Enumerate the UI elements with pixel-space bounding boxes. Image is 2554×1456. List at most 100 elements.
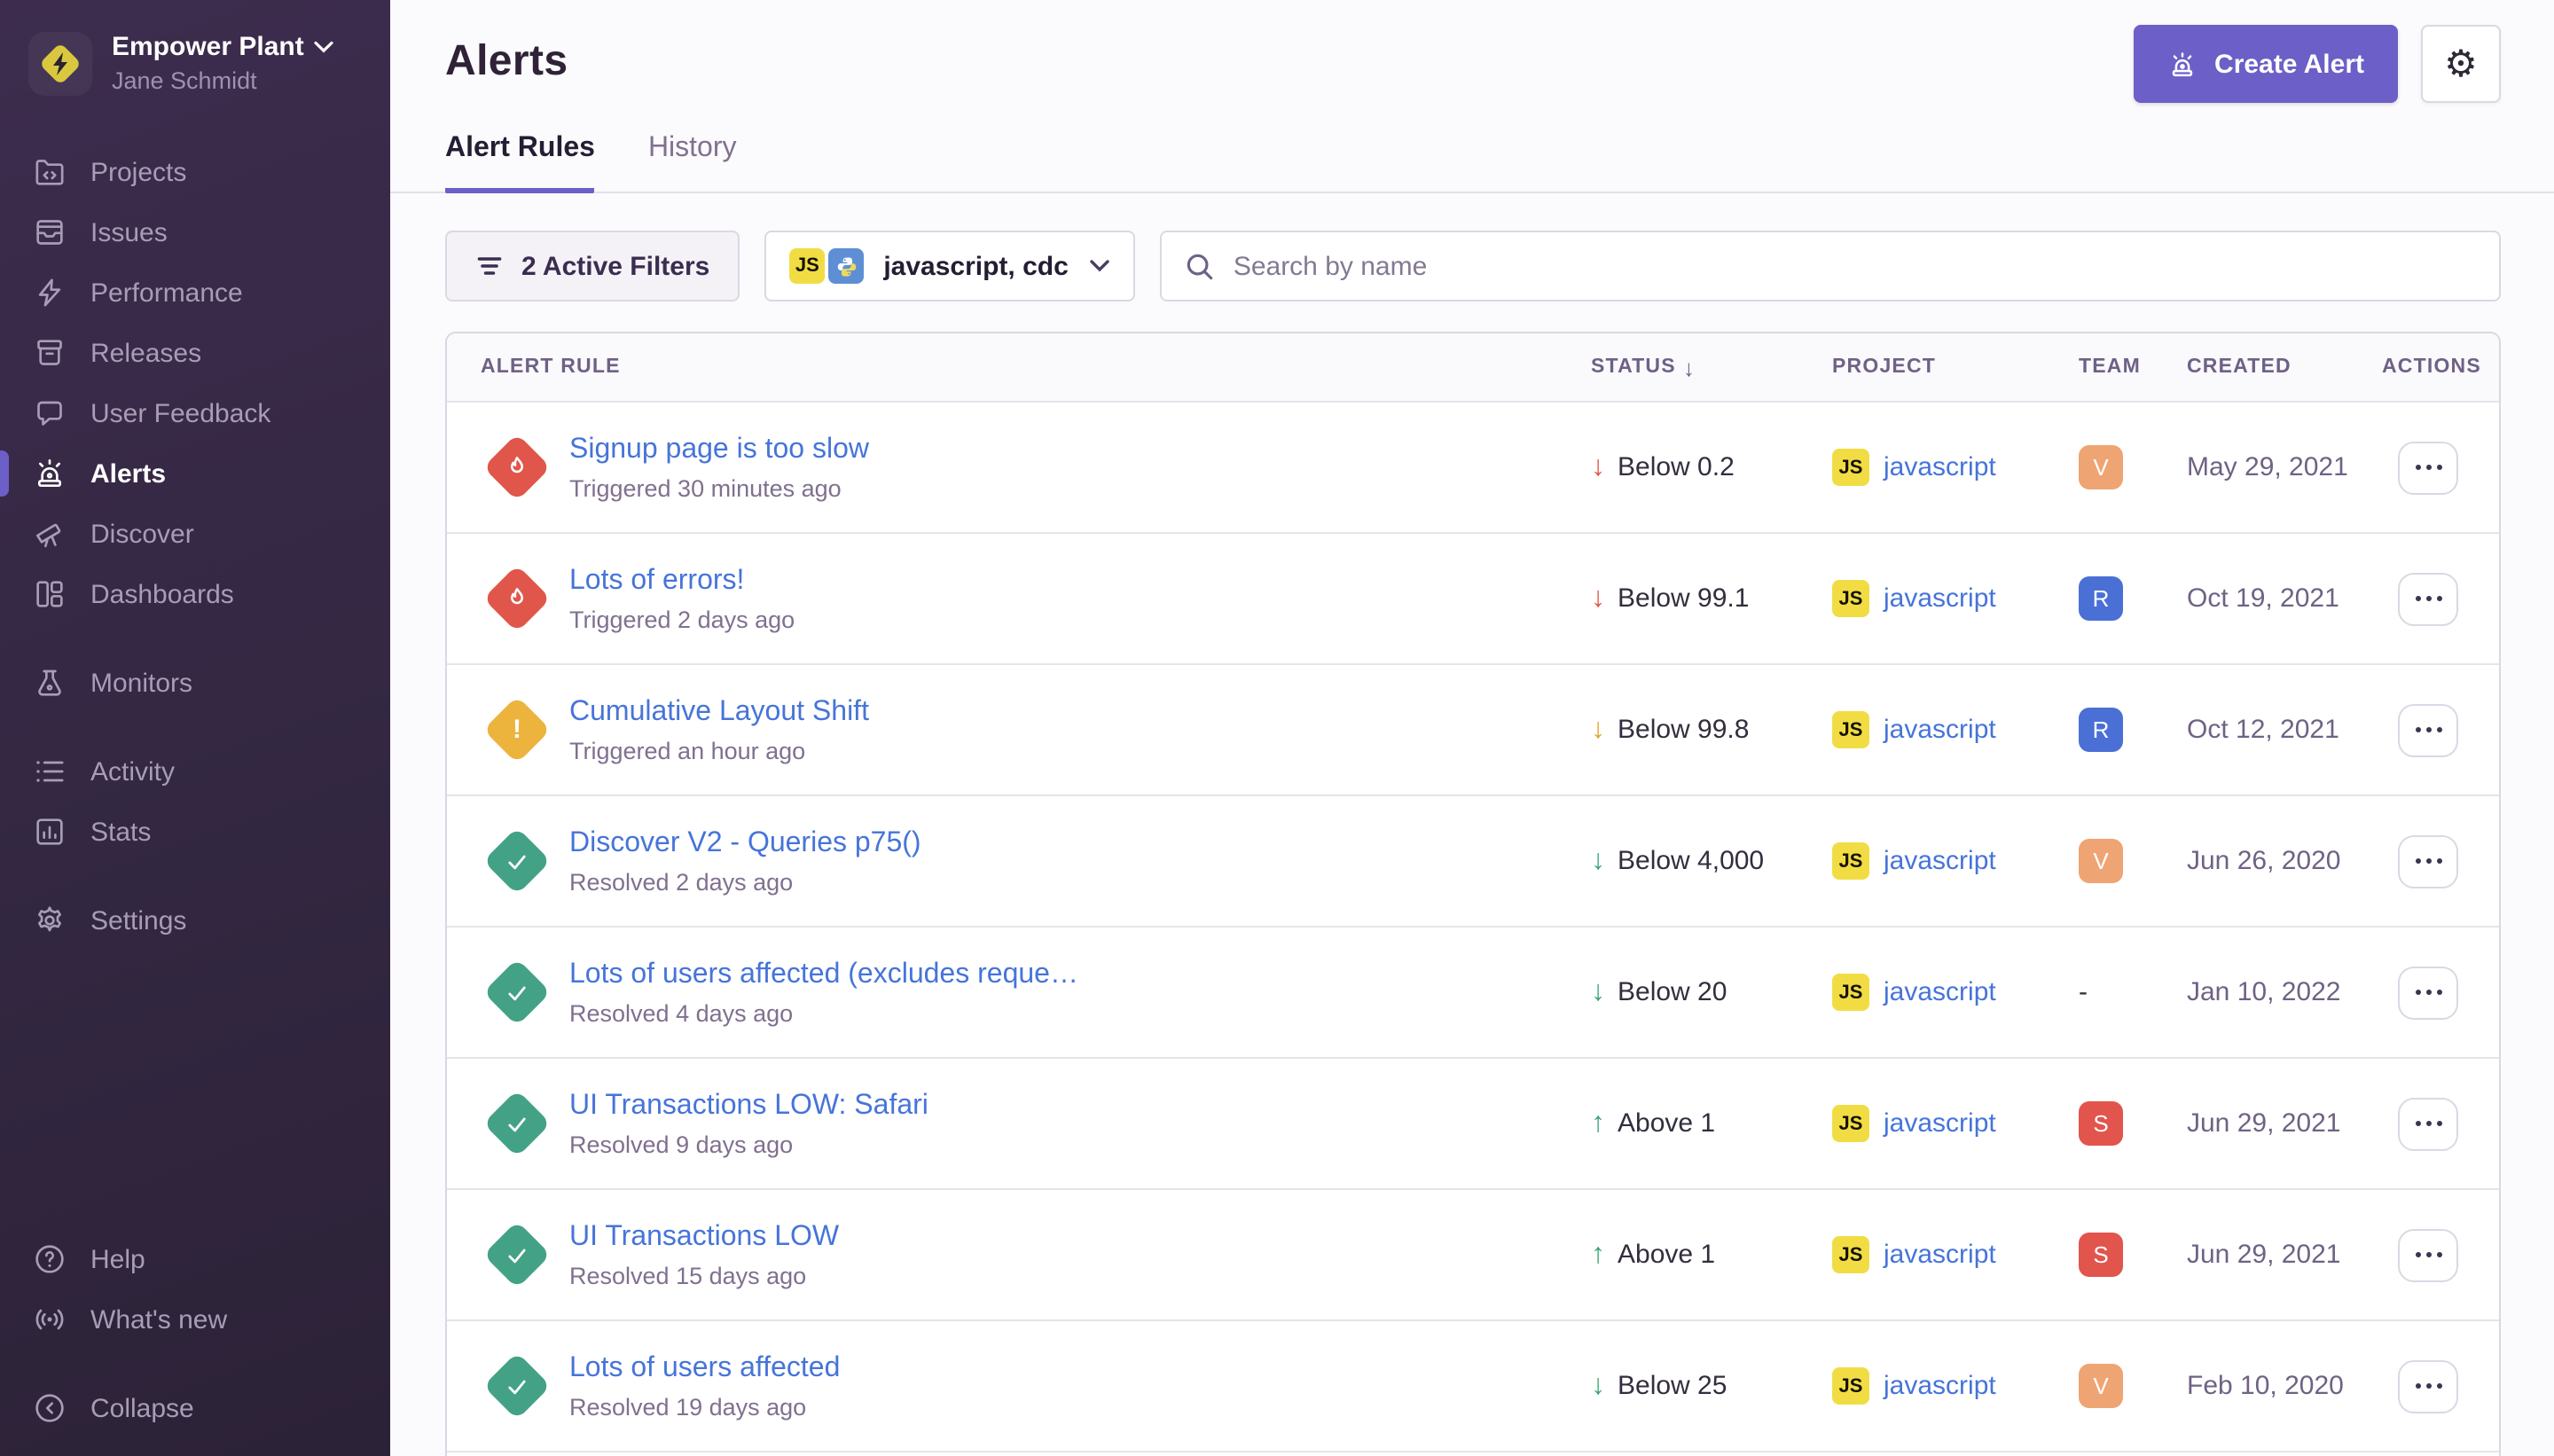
tab-history[interactable]: History	[648, 133, 737, 192]
project-link[interactable]: javascript	[1884, 715, 1996, 745]
project-link[interactable]: javascript	[1884, 977, 1996, 1007]
project-cell: JS javascript	[1832, 711, 2079, 748]
sidebar-item-label: User Feedback	[90, 398, 270, 428]
row-actions-button[interactable]	[2398, 834, 2458, 888]
settings-icon	[32, 903, 67, 938]
sidebar-item-dashboards[interactable]: Dashboards	[0, 564, 390, 624]
row-actions-button[interactable]	[2398, 1359, 2458, 1413]
status-cell: ↑ Above 1	[1591, 1108, 1832, 1139]
javascript-project-icon: JS	[789, 248, 825, 284]
trend-arrow-icon: ↓	[1591, 714, 1605, 746]
created-cell: Jun 26, 2020	[2187, 846, 2382, 876]
row-actions-button[interactable]	[2398, 1228, 2458, 1281]
project-cell: JS javascript	[1832, 580, 2079, 617]
team-avatar: S	[2079, 1101, 2123, 1146]
alert-rule-link[interactable]: Cumulative Layout Shift	[569, 696, 869, 728]
column-header-status[interactable]: Status ↓	[1591, 354, 1832, 380]
sidebar-item-what-s-new[interactable]: What's new	[0, 1289, 390, 1350]
project-link[interactable]: javascript	[1884, 583, 1996, 614]
settings-gear-button[interactable]: ⚙	[2421, 25, 2501, 103]
row-actions-button[interactable]	[2398, 441, 2458, 494]
row-actions-button[interactable]	[2398, 1097, 2458, 1150]
sidebar-item-label: Releases	[90, 338, 201, 368]
whats-new-icon	[32, 1302, 67, 1337]
main-content: Alerts Create Alert ⚙ Alert Rules Histor…	[390, 0, 2554, 1456]
search-icon	[1184, 250, 1218, 284]
status-cell: ↑ Above 1	[1591, 1239, 1832, 1271]
sidebar-item-performance[interactable]: Performance	[0, 262, 390, 323]
alert-rule-link[interactable]: Lots of users affected (excludes reque…	[569, 959, 1078, 990]
project-link[interactable]: javascript	[1884, 452, 1996, 482]
alert-rule-detail: Resolved 9 days ago	[569, 1131, 928, 1157]
column-header-team: Team	[2079, 356, 2187, 378]
alert-status-icon	[481, 1350, 552, 1421]
search-input[interactable]	[1163, 232, 2499, 300]
team-avatar: V	[2079, 839, 2123, 883]
sidebar-item-issues[interactable]: Issues	[0, 202, 390, 262]
sidebar-item-user-feedback[interactable]: User Feedback	[0, 383, 390, 443]
row-actions-button[interactable]	[2398, 572, 2458, 625]
alert-rule-link[interactable]: Discover V2 - Queries p75()	[569, 827, 921, 859]
project-cell: JS javascript	[1832, 842, 2079, 880]
sidebar-item-projects[interactable]: Projects	[0, 142, 390, 202]
project-link[interactable]: javascript	[1884, 846, 1996, 876]
user-feedback-icon	[32, 395, 67, 431]
sidebar-item-alerts[interactable]: Alerts	[0, 443, 390, 504]
project-link[interactable]: javascript	[1884, 1240, 1996, 1270]
org-name: Empower Plant	[112, 32, 304, 63]
sidebar-footer: Help What's new Collapse	[0, 1229, 390, 1438]
alert-rule-link[interactable]: Signup page is too slow	[569, 434, 869, 466]
alert-rule-link[interactable]: UI Transactions LOW	[569, 1221, 839, 1253]
alert-rule-link[interactable]: Lots of users affected	[569, 1352, 840, 1384]
sidebar-item-settings[interactable]: Settings	[0, 890, 390, 951]
sidebar-item-discover[interactable]: Discover	[0, 504, 390, 564]
create-alert-button[interactable]: Create Alert	[2133, 25, 2398, 103]
sidebar-item-collapse[interactable]: Collapse	[0, 1378, 390, 1438]
trend-arrow-icon: ↑	[1591, 1239, 1605, 1271]
javascript-project-icon: JS	[1832, 580, 1869, 617]
alert-rule-link[interactable]: UI Transactions LOW: Safari	[569, 1090, 928, 1122]
column-header-project: Project	[1832, 356, 2079, 378]
alert-rule-link[interactable]: Lots of errors!	[569, 565, 795, 597]
created-cell: Feb 10, 2020	[2187, 1371, 2382, 1401]
sidebar-nav: Projects Issues Performance Releases Use…	[0, 142, 390, 951]
status-cell: ↓ Below 0.2	[1591, 451, 1832, 483]
gear-icon: ⚙	[2444, 42, 2478, 86]
sidebar-item-label: Stats	[90, 817, 151, 847]
org-switcher[interactable]: Empower Plant Jane Schmidt	[0, 0, 390, 103]
sidebar-item-monitors[interactable]: Monitors	[0, 653, 390, 713]
project-cell: JS javascript	[1832, 1236, 2079, 1273]
table-row: Signup page is too slow Triggered 30 min…	[447, 403, 2499, 534]
sidebar-item-releases[interactable]: Releases	[0, 323, 390, 383]
ellipsis-icon	[2415, 596, 2441, 601]
team-cell: V	[2079, 1364, 2187, 1408]
alert-status-icon	[481, 1088, 552, 1159]
active-filters-button[interactable]: 2 Active Filters	[445, 231, 740, 301]
project-cell: JS javascript	[1832, 1367, 2079, 1405]
row-actions-button[interactable]	[2398, 703, 2458, 756]
ellipsis-icon	[2415, 858, 2441, 864]
alert-status-icon	[481, 826, 552, 896]
sidebar-item-help[interactable]: Help	[0, 1229, 390, 1289]
table-row: Lots of users affected (excludes reque… …	[447, 928, 2499, 1059]
team-cell: R	[2079, 576, 2187, 621]
table-row: UI Transactions LOW Resolved 15 days ago…	[447, 1190, 2499, 1321]
sidebar-item-label: Discover	[90, 519, 194, 549]
ellipsis-icon	[2415, 727, 2441, 732]
project-link[interactable]: javascript	[1884, 1108, 1996, 1139]
stats-icon	[32, 814, 67, 849]
status-cell: ↓ Below 20	[1591, 976, 1832, 1008]
alert-rule-detail: Triggered 2 days ago	[569, 606, 795, 632]
tab-alert-rules[interactable]: Alert Rules	[445, 133, 595, 193]
chevron-down-icon	[315, 41, 334, 53]
row-actions-button[interactable]	[2398, 966, 2458, 1019]
sidebar-item-label: Dashboards	[90, 579, 234, 609]
table-row: Lots of errors! Triggered 2 days ago ↓ B…	[447, 534, 2499, 665]
sidebar-item-label: Monitors	[90, 668, 192, 698]
project-link[interactable]: javascript	[1884, 1371, 1996, 1401]
project-selector[interactable]: JS javascript, cdc	[764, 231, 1135, 301]
sidebar-item-activity[interactable]: Activity	[0, 741, 390, 802]
sidebar-item-stats[interactable]: Stats	[0, 802, 390, 862]
sidebar-item-label: Alerts	[90, 458, 166, 489]
created-cell: Oct 19, 2021	[2187, 583, 2382, 614]
